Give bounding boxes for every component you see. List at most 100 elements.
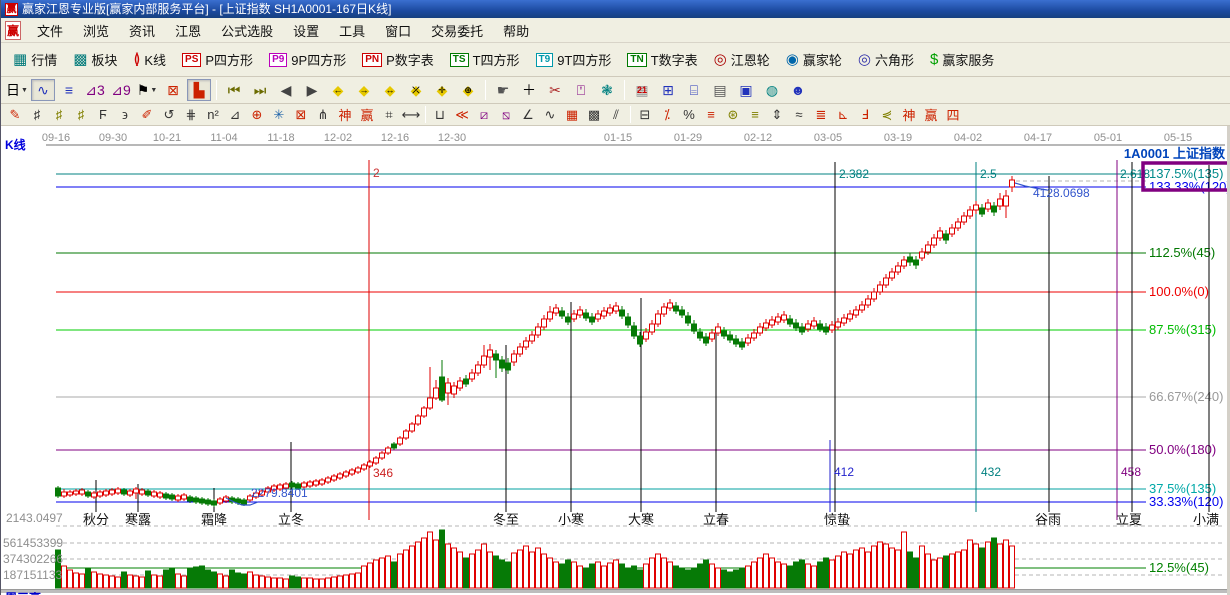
p9-square-button[interactable]: P9 9P四方形 xyxy=(261,45,354,74)
nine-comb-tool[interactable]: ϶ xyxy=(114,105,136,124)
t-square-button[interactable]: TS T四方形 xyxy=(442,45,528,74)
cut-button[interactable]: ✂ xyxy=(543,79,567,101)
compass-tool[interactable]: ⊕ xyxy=(246,105,268,124)
gold-angle-tool[interactable]: ⋞ xyxy=(876,105,898,124)
menu-item-8[interactable]: 窗口 xyxy=(375,18,421,43)
snowflake-cycle-tool[interactable]: ✳ xyxy=(268,105,290,124)
save-button[interactable]: ▣ xyxy=(734,79,758,101)
diamond-left-button[interactable]: ◆ ← xyxy=(326,79,350,101)
box-rule-tool[interactable]: ⊔ xyxy=(429,105,451,124)
angle-up-tool[interactable]: ⊾ xyxy=(832,105,854,124)
kline-chart[interactable]: 09-16 09-30 10-21 11-04 11-18 12-02 12-16 12-30… xyxy=(1,126,1230,595)
diamond-lr-button[interactable]: ◆ ↔ xyxy=(378,79,402,101)
win-angle-tool[interactable]: 赢 xyxy=(920,105,942,124)
percent-lines-tool[interactable]: ≡ xyxy=(700,105,722,124)
stamp-button[interactable]: ⍞ xyxy=(569,79,593,101)
menu-item-5[interactable]: 公式选股 xyxy=(211,18,283,43)
calendar-button[interactable]: ▦ 21 xyxy=(630,79,654,101)
pattern-box-button[interactable]: ⊠ xyxy=(161,79,185,101)
first-page-button[interactable]: ⏮ xyxy=(222,79,246,101)
p-square-button[interactable]: PS P四方形 xyxy=(174,45,261,74)
clipboard-button[interactable]: ≡ xyxy=(57,79,81,101)
menu-item-7[interactable]: 工具 xyxy=(329,18,375,43)
next-button[interactable]: ▶ xyxy=(300,79,324,101)
t-number-table-button[interactable]: TN T数字表 xyxy=(619,45,705,74)
win-comb-tool[interactable]: 赢 xyxy=(356,105,378,124)
remote-user-button[interactable]: ☻ xyxy=(786,79,810,101)
price-scale-tool[interactable]: ⊟ xyxy=(634,105,656,124)
angle-ray-tool[interactable]: ∠ xyxy=(517,105,539,124)
menu-item-2[interactable]: 浏览 xyxy=(73,18,119,43)
toolbar-separator xyxy=(485,80,486,100)
last-page-button[interactable]: ⏭ xyxy=(248,79,272,101)
sectors-button[interactable]: ▩ 板块 xyxy=(65,45,125,74)
parallel-lines-tool[interactable]: ⫽ xyxy=(605,105,627,124)
shen-angle-tool[interactable]: 神 xyxy=(898,105,920,124)
cycle-circle-tool[interactable]: ↺ xyxy=(158,105,180,124)
winner-service-button[interactable]: $ 赢家服务 xyxy=(922,45,1002,74)
kline-mark-tool[interactable]: ⋔ xyxy=(312,105,334,124)
notes-button[interactable]: ▤ xyxy=(708,79,732,101)
diamond-cross-button[interactable]: ◆ ⤫ xyxy=(404,79,428,101)
diamond-right-button[interactable]: ◆ → xyxy=(352,79,376,101)
flag-dropdown[interactable]: ⚑ ▼ xyxy=(135,79,159,101)
menu-item-6[interactable]: 设置 xyxy=(283,18,329,43)
menu-item-3[interactable]: 资讯 xyxy=(119,18,165,43)
angle-pen-tool[interactable]: ✐ xyxy=(136,105,158,124)
menu-item-9[interactable]: 交易委托 xyxy=(421,18,493,43)
gold-lines-tool[interactable]: ≡ xyxy=(744,105,766,124)
span-arrow-tool[interactable]: ⟷ xyxy=(400,105,422,124)
percent-tool[interactable]: % xyxy=(678,105,700,124)
calculator-button[interactable]: ⊞ xyxy=(656,79,680,101)
zigzag-tool[interactable]: ∿ xyxy=(539,105,561,124)
boxed-fan-tool[interactable]: ⧄ xyxy=(473,105,495,124)
grid-comb-tool[interactable]: ⌗ xyxy=(378,105,400,124)
gann-pen-tool[interactable]: ✎ xyxy=(4,105,26,124)
t9-square-button[interactable]: T9 9T四方形 xyxy=(528,45,620,74)
crosshair-button[interactable]: ＋ xyxy=(517,79,541,101)
kline-button[interactable]: ≬ K线 xyxy=(125,45,174,74)
shen-comb-tool[interactable]: 神 xyxy=(334,105,356,124)
boxed-fan2-tool[interactable]: ⧅ xyxy=(495,105,517,124)
red-grid-tool[interactable]: ▦ xyxy=(561,105,583,124)
network-button[interactable]: ◍ xyxy=(760,79,784,101)
color-histogram-button[interactable]: ▙ xyxy=(187,79,211,101)
freehand-curve-button[interactable]: ∿ xyxy=(31,79,55,101)
winner-wheel-button[interactable]: ◉ 赢家轮 xyxy=(778,45,850,74)
prev-button[interactable]: ◀ xyxy=(274,79,298,101)
hand-drag-button[interactable]: ☛ xyxy=(491,79,515,101)
quote-list-button[interactable]: ⌸ xyxy=(682,79,706,101)
f-angle-tool[interactable]: Ⅎ xyxy=(854,105,876,124)
mirror-tool[interactable]: ⊿ xyxy=(224,105,246,124)
hexagon-button[interactable]: ◎ 六角形 xyxy=(850,45,922,74)
diamond-plus-button[interactable]: ◆ ✛ xyxy=(430,79,454,101)
p-number-table-button[interactable]: PN P数字表 xyxy=(354,45,442,74)
volume-bar xyxy=(85,567,91,589)
gann-wheel-button[interactable]: ◎ 江恩轮 xyxy=(706,45,778,74)
menu-item-10[interactable]: 帮助 xyxy=(493,18,539,43)
boxed-x-tool[interactable]: ⊠ xyxy=(290,105,312,124)
fan-lines-tool[interactable]: ≪ xyxy=(451,105,473,124)
bar3-analysis-button[interactable]: ⊿3 xyxy=(83,79,107,101)
gold-comb2-tool[interactable]: ♯ xyxy=(70,105,92,124)
mind-button[interactable]: ❃ xyxy=(595,79,619,101)
dense-comb-tool[interactable]: ⋕ xyxy=(180,105,202,124)
quotes-button[interactable]: ▦ 行情 xyxy=(5,45,65,74)
diamond-target-button[interactable]: ◆ ⊕ xyxy=(456,79,480,101)
period-day-dropdown[interactable]: 日 ▼ xyxy=(5,79,29,101)
n2-comb-tool[interactable]: n² xyxy=(202,105,224,124)
updown-mark-tool[interactable]: ⇕ xyxy=(766,105,788,124)
gold-red-lines-tool[interactable]: ≣ xyxy=(810,105,832,124)
wave-tool[interactable]: ≈ xyxy=(788,105,810,124)
fibo-comb-tool[interactable]: Ϝ xyxy=(92,105,114,124)
four-angle-tool[interactable]: 四 xyxy=(942,105,964,124)
menu-item-4[interactable]: 江恩 xyxy=(165,18,211,43)
percent-box-tool[interactable]: ⁒ xyxy=(656,105,678,124)
bar9-analysis-button[interactable]: ⊿9 xyxy=(109,79,133,101)
gold-comb-tool[interactable]: ♯ xyxy=(48,105,70,124)
gold-circle-tool[interactable]: ⊛ xyxy=(722,105,744,124)
time-comb-tool[interactable]: ♯ xyxy=(26,105,48,124)
menu-item-1[interactable]: 文件 xyxy=(27,18,73,43)
window-menu-icon[interactable]: 赢 xyxy=(5,20,22,40)
dark-grid-tool[interactable]: ▩ xyxy=(583,105,605,124)
